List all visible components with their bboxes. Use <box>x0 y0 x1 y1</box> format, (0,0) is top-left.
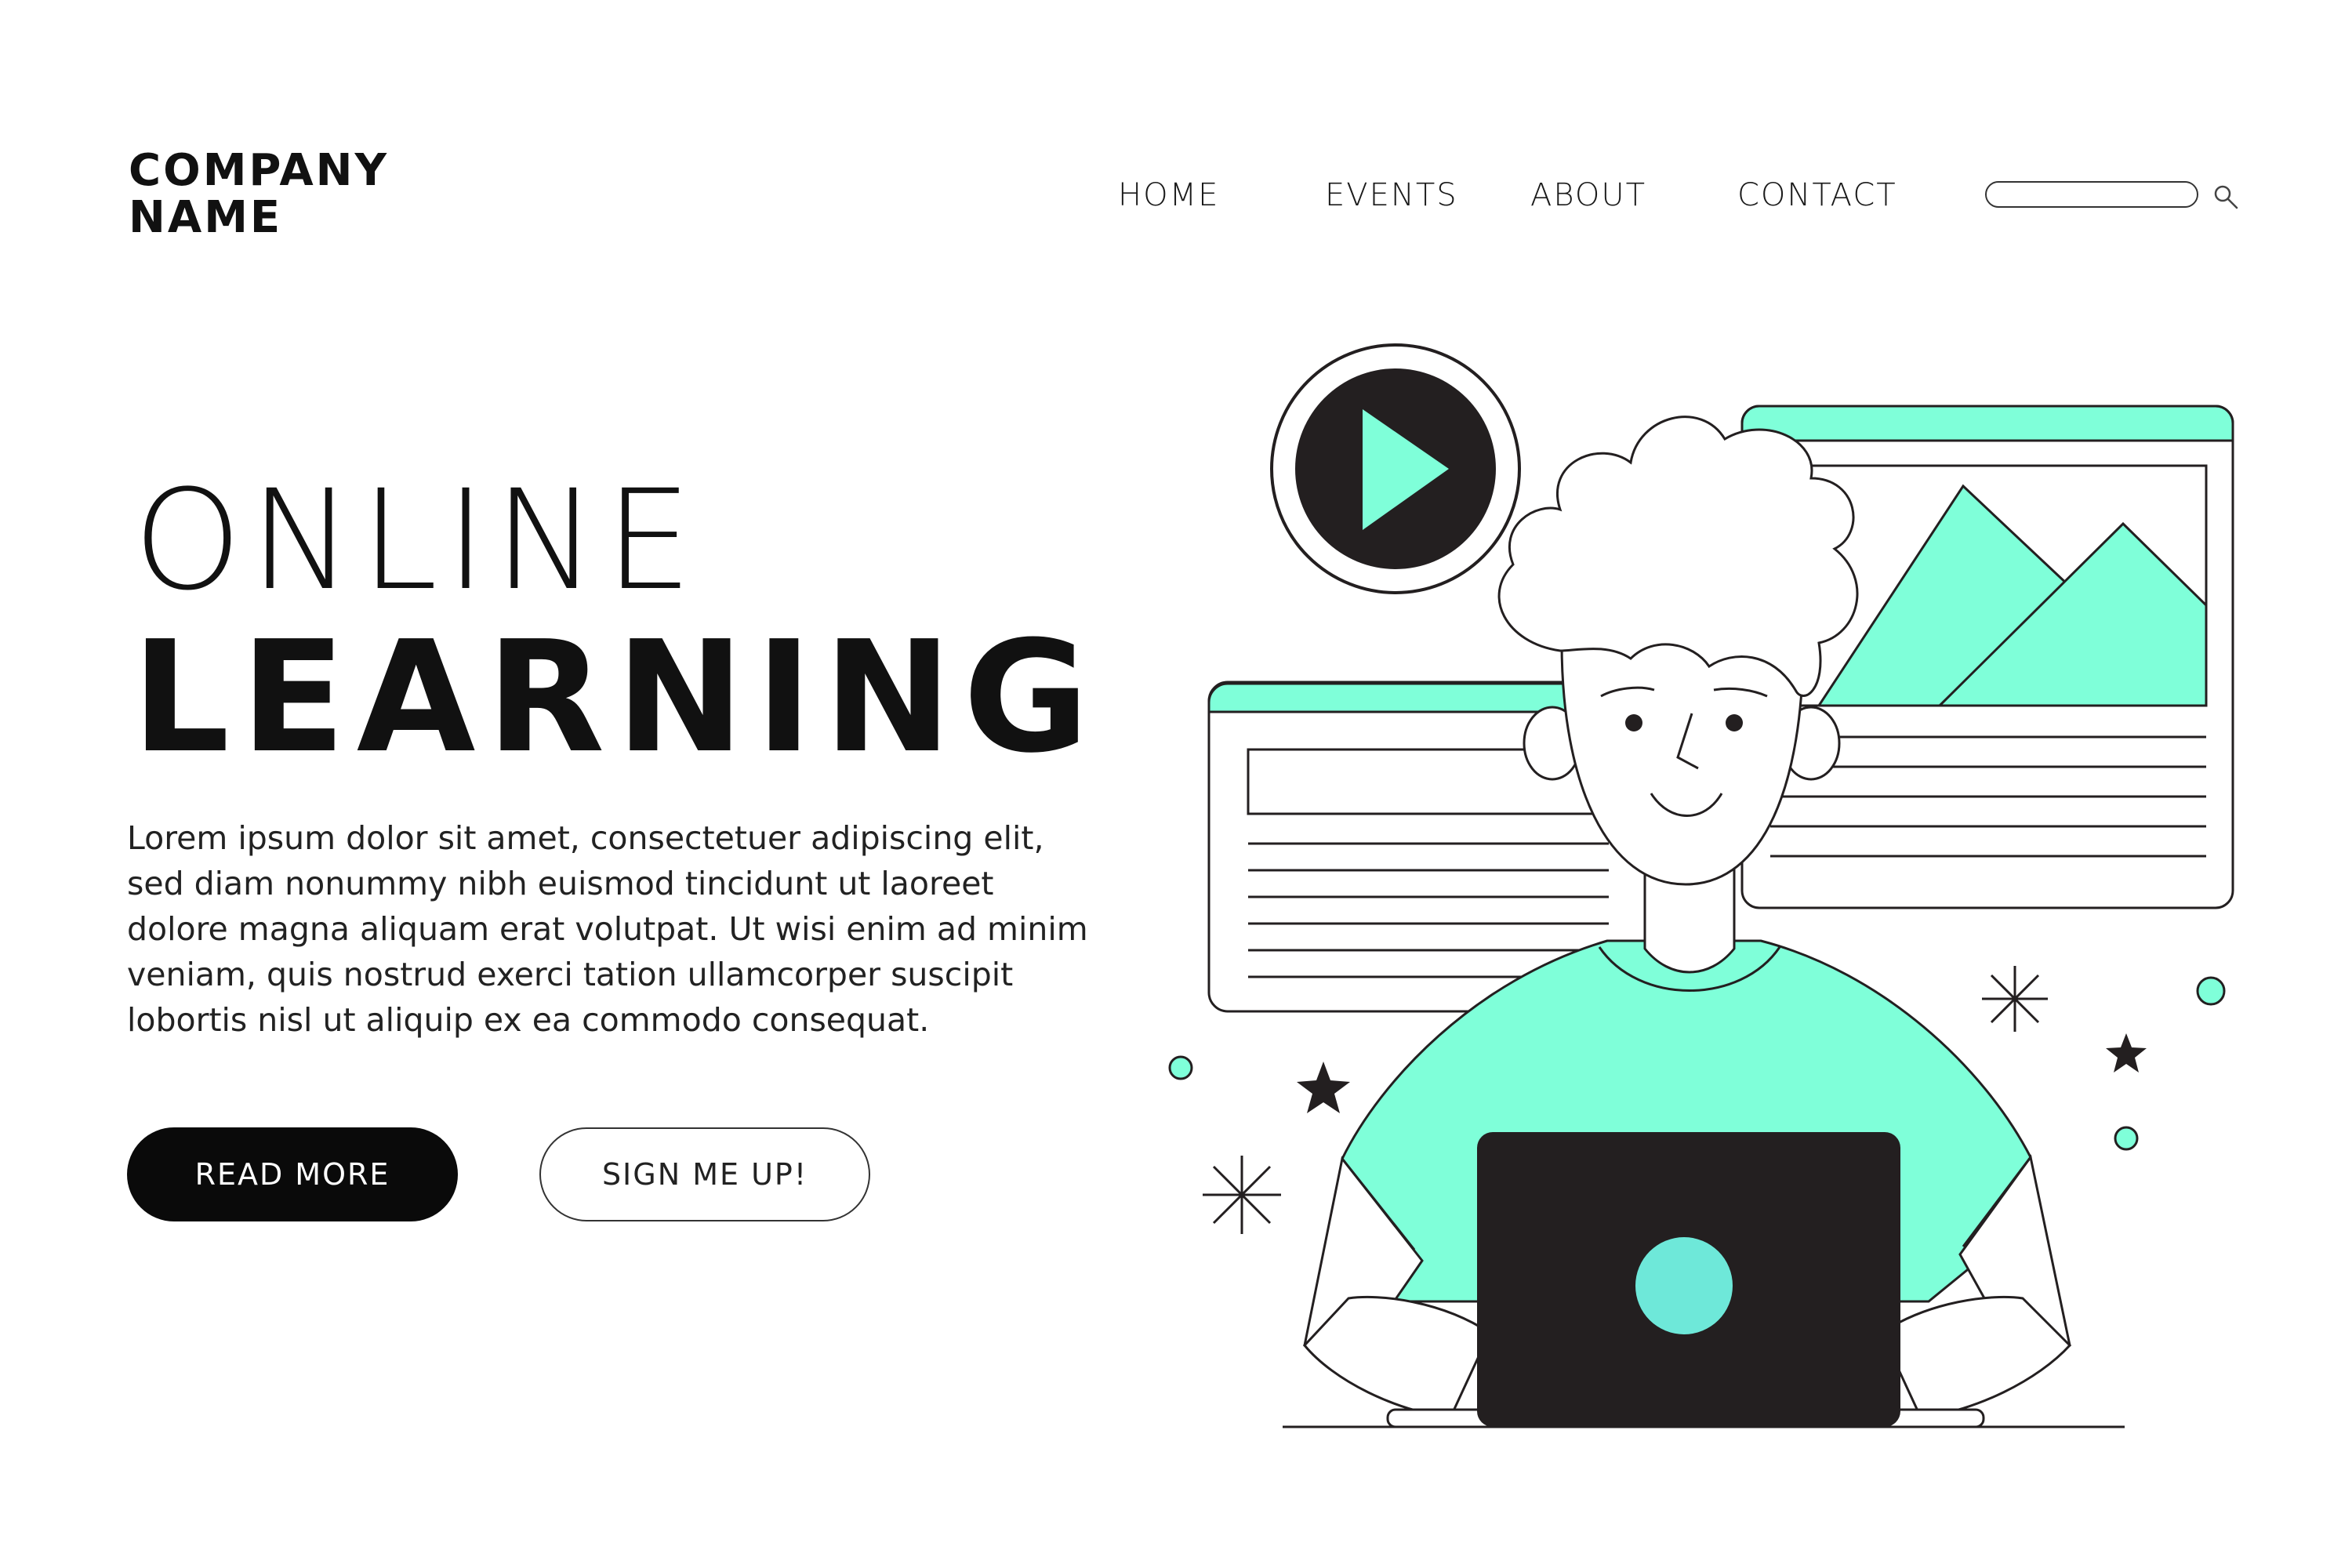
laptop-logo <box>1635 1237 1733 1334</box>
logo-line-2: NAME <box>129 192 283 243</box>
nav-home[interactable]: HOME <box>1118 177 1219 213</box>
image-window <box>1740 405 2234 909</box>
laptop <box>1283 1132 2125 1428</box>
text-window <box>1207 681 1650 1013</box>
play-icon[interactable] <box>1270 343 1521 594</box>
nav-events[interactable]: EVENTS <box>1325 177 1458 213</box>
read-more-button[interactable]: READ MORE <box>127 1127 458 1221</box>
decorations <box>1168 966 2226 1234</box>
star-icon <box>2106 1033 2147 1073</box>
hero-title-line-2: LEARNING <box>132 608 1101 787</box>
sparkle-icon <box>1982 966 2048 1032</box>
hero-title-line-1: ONLINE <box>133 460 701 621</box>
nav-contact[interactable]: CONTACT <box>1737 177 1897 213</box>
sparkle-icon <box>1203 1156 1281 1234</box>
image-icon <box>1769 464 2208 707</box>
logo-line-1: COMPANY <box>129 145 390 196</box>
sign-up-button[interactable]: SIGN ME UP! <box>539 1127 870 1221</box>
hero-description: Lorem ipsum dolor sit amet, consectetuer… <box>127 819 1088 1039</box>
search-input[interactable] <box>1985 181 2198 208</box>
company-logo[interactable]: COMPANY NAME <box>129 147 389 241</box>
star-icon <box>1297 1062 1350 1113</box>
search-icon[interactable] <box>2212 183 2239 210</box>
nav-about[interactable]: ABOUT <box>1530 177 1646 213</box>
